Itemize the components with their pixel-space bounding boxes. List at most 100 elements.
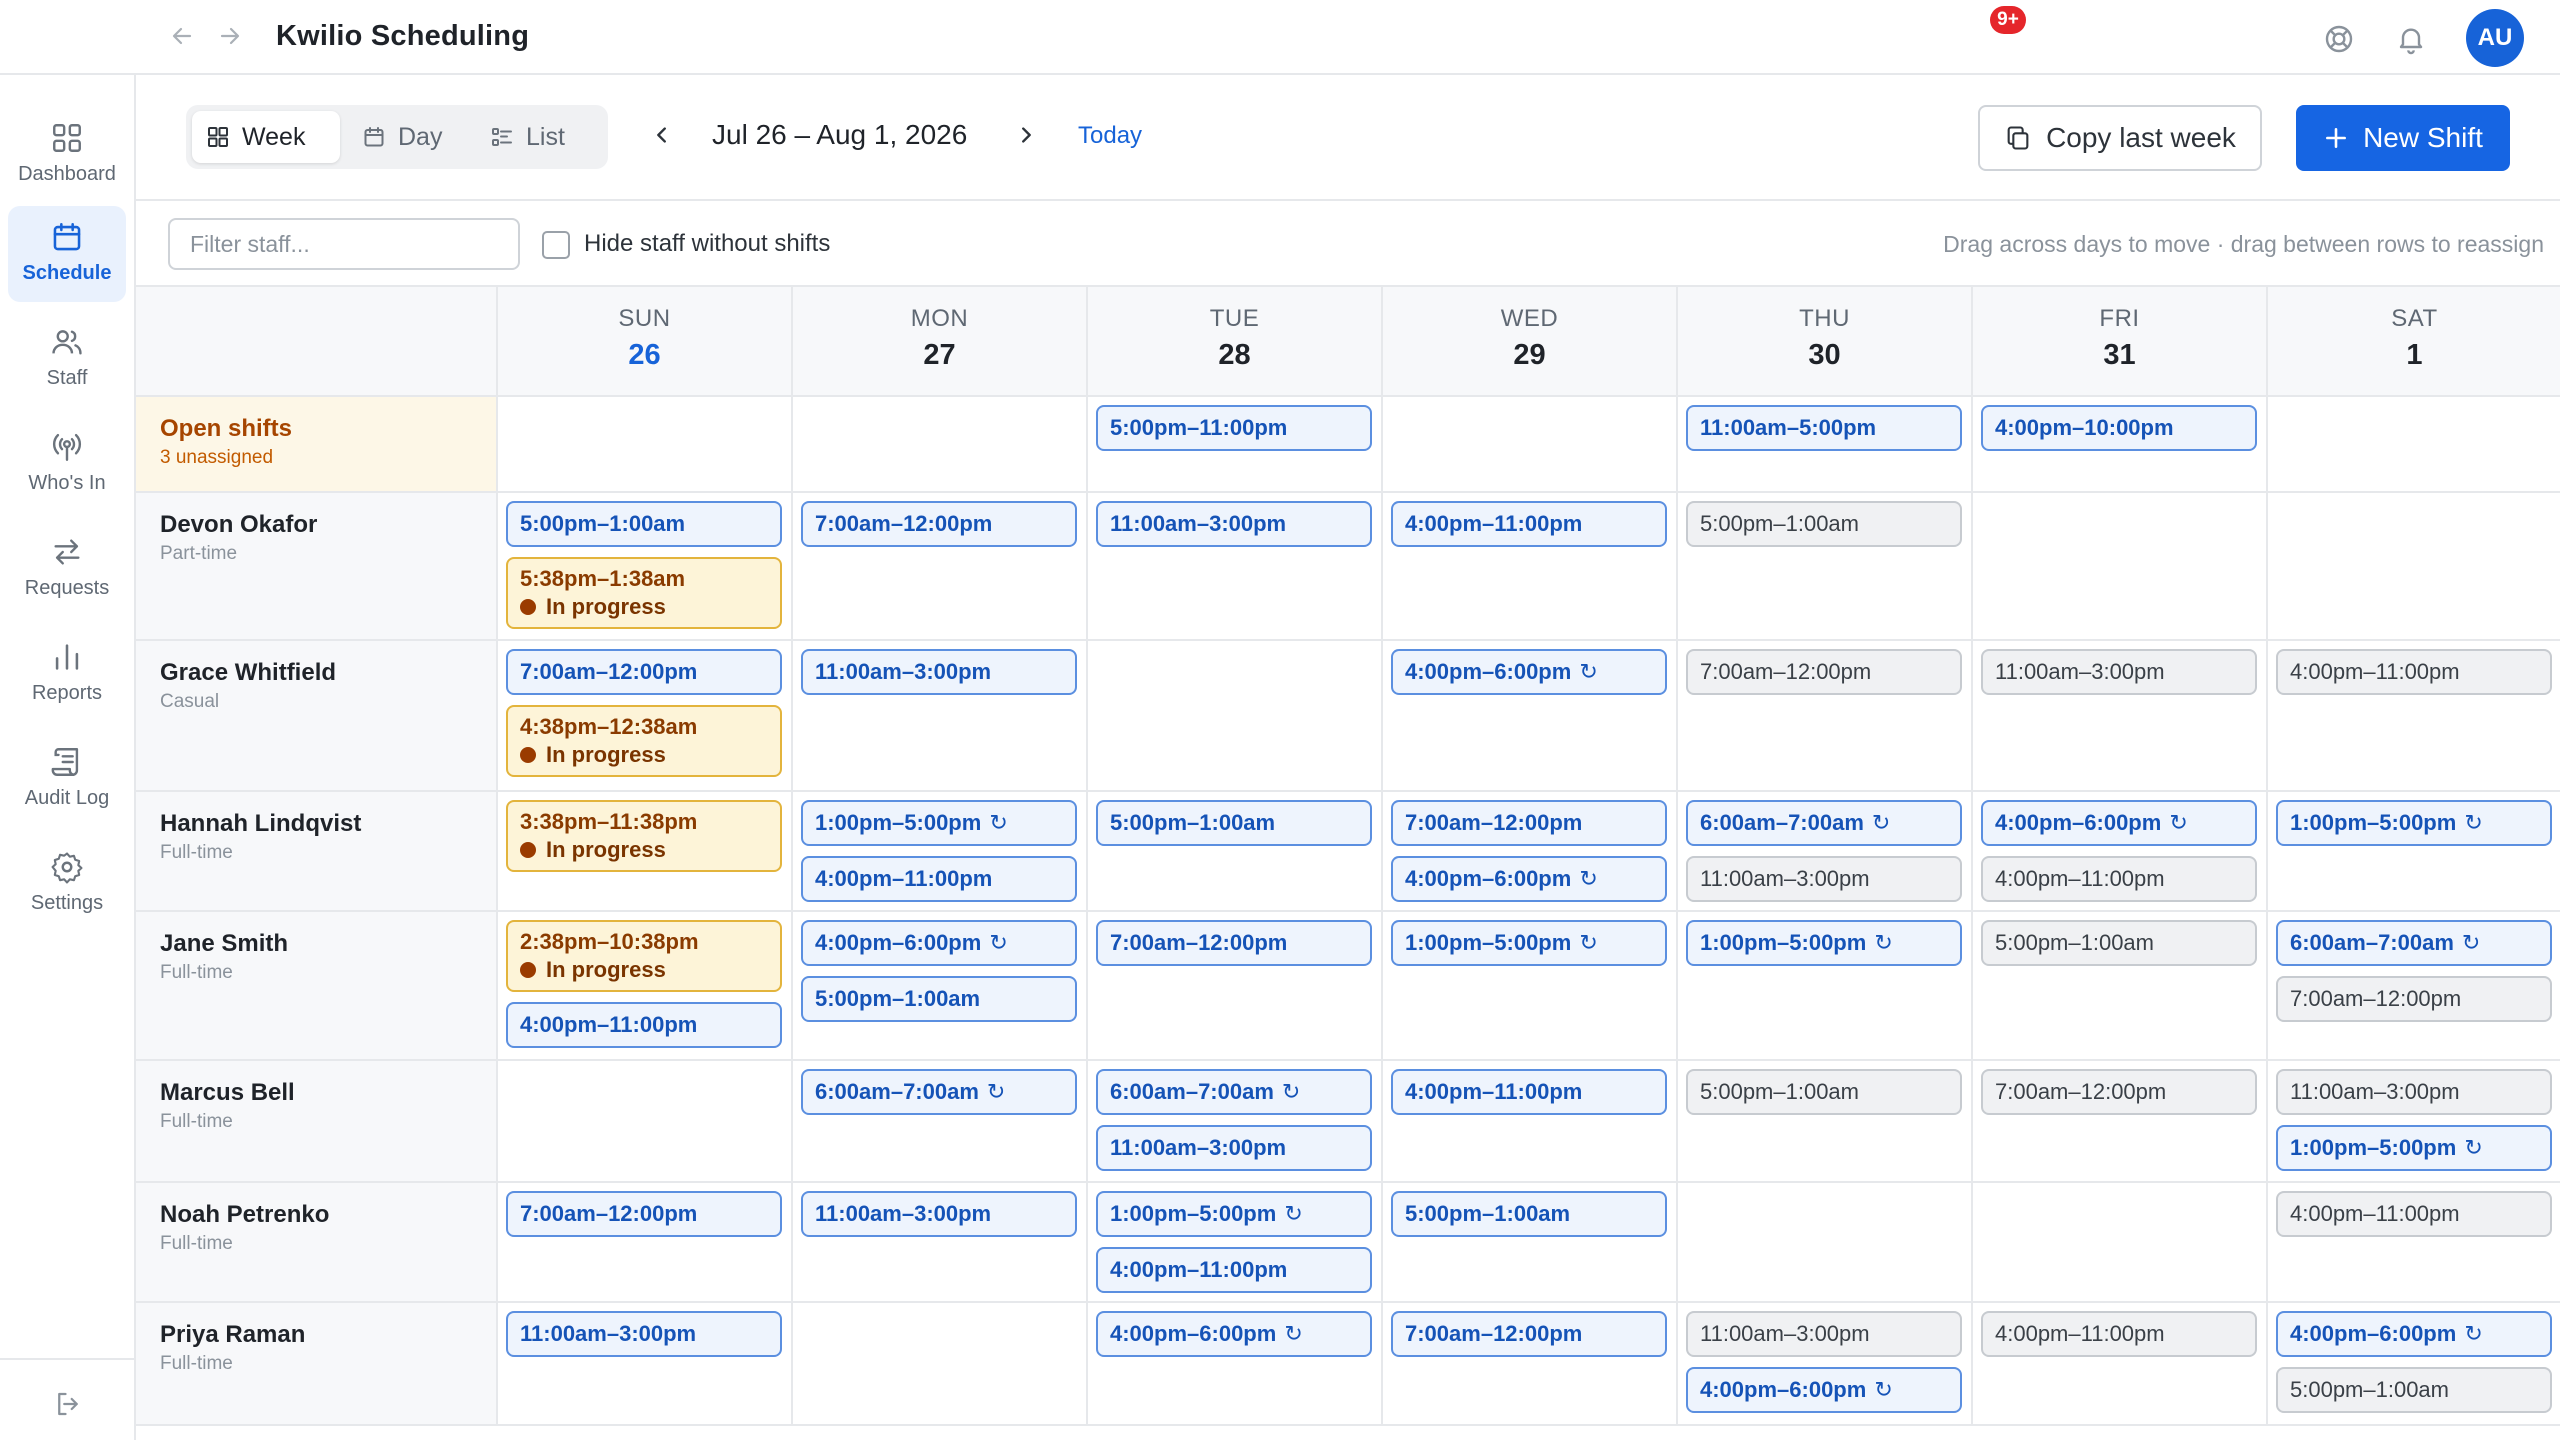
shift[interactable]: 6:00am–7:00am ↻ [1096,1069,1372,1115]
shift[interactable]: 5:00pm–1:00am [801,976,1077,1022]
day-cell[interactable] [1676,1183,1971,1301]
shift[interactable]: 7:00am–12:00pm [506,649,782,695]
day-cell[interactable] [791,397,1086,491]
day-cell[interactable]: 4:00pm–10:00pm [1971,397,2266,491]
day-cell[interactable]: 5:00pm–1:00am [1381,1183,1676,1301]
shift[interactable]: 1:00pm–5:00pm ↻ [1686,920,1962,966]
shift-past[interactable]: 11:00am–3:00pm [1686,1311,1962,1357]
day-cell[interactable]: 1:00pm–5:00pm ↻ 4:00pm–11:00pm [791,792,1086,910]
shift[interactable]: 4:00pm–10:00pm [1981,405,2257,451]
staff-name[interactable]: Grace Whitfield [160,657,496,689]
shift-past[interactable]: 11:00am–3:00pm [2276,1069,2552,1115]
shift-past[interactable]: 11:00am–3:00pm [1686,856,1962,902]
hide-staff-label[interactable]: Hide staff without shifts [584,230,830,258]
staff-name[interactable]: Marcus Bell [160,1077,496,1109]
staff-name[interactable]: Noah Petrenko [160,1199,496,1231]
day-cell[interactable]: 7:00am–12:00pm [1086,912,1381,1059]
shift[interactable]: 4:00pm–6:00pm ↻ [1686,1367,1962,1413]
view-list-button[interactable]: List [476,111,598,163]
day-cell[interactable]: 6:00am–7:00am ↻ 11:00am–3:00pm [1676,792,1971,910]
shift[interactable]: 7:00am–12:00pm [1391,1311,1667,1357]
day-cell[interactable]: 4:00pm–6:00pm ↻ 4:00pm–11:00pm [1971,792,2266,910]
shift[interactable]: 4:00pm–11:00pm [801,856,1077,902]
day-cell[interactable]: 7:00am–12:00pm 4:38pm–12:38am In progress [496,641,791,790]
day-cell[interactable] [791,1303,1086,1424]
day-cell[interactable]: 5:00pm–1:00am 5:38pm–1:38am In progress [496,493,791,639]
new-shift-button[interactable]: New Shift [2296,105,2510,171]
shift[interactable]: 11:00am–3:00pm [1096,1125,1372,1171]
day-cell[interactable]: 11:00am–3:00pm [791,1183,1086,1301]
day-cell[interactable]: 4:00pm–11:00pm [1381,493,1676,639]
shift-past[interactable]: 7:00am–12:00pm [1981,1069,2257,1115]
shift[interactable]: 11:00am–3:00pm [1096,501,1372,547]
shift[interactable]: 4:00pm–11:00pm [506,1002,782,1048]
day-cell[interactable]: 5:00pm–11:00pm [1086,397,1381,491]
day-cell[interactable]: 7:00am–12:00pm [1381,1303,1676,1424]
shift-past[interactable]: 5:00pm–1:00am [1686,501,1962,547]
day-cell[interactable]: 3:38pm–11:38pm In progress [496,792,791,910]
staff-name[interactable]: Priya Raman [160,1319,496,1351]
day-cell[interactable]: 11:00am–3:00pm [1971,641,2266,790]
day-cell[interactable]: 11:00am–3:00pm [496,1303,791,1424]
shift-past[interactable]: 4:00pm–11:00pm [2276,1191,2552,1237]
day-cell[interactable]: 5:00pm–1:00am [1971,912,2266,1059]
shift[interactable]: 1:00pm–5:00pm ↻ [1096,1191,1372,1237]
day-cell[interactable]: 7:00am–12:00pm [1971,1061,2266,1181]
shift[interactable]: 11:00am–3:00pm [506,1311,782,1357]
shift[interactable]: 4:00pm–11:00pm [1391,1069,1667,1115]
day-cell[interactable]: 11:00am–3:00pm 4:00pm–6:00pm ↻ [1676,1303,1971,1424]
day-cell[interactable] [2266,397,2560,491]
day-cell[interactable] [496,1061,791,1181]
shift-past[interactable]: 5:00pm–1:00am [2276,1367,2552,1413]
day-cell[interactable]: 7:00am–12:00pm [1676,641,1971,790]
shift-in-progress[interactable]: 3:38pm–11:38pm In progress [506,800,782,872]
day-cell[interactable] [1971,493,2266,639]
shift[interactable]: 4:00pm–6:00pm ↻ [2276,1311,2552,1357]
sidebar-item-whos-in[interactable]: Who's In [8,416,126,512]
day-cell[interactable]: 7:00am–12:00pm 4:00pm–6:00pm ↻ [1381,792,1676,910]
shift[interactable]: 5:00pm–1:00am [1391,1191,1667,1237]
filter-staff-input[interactable] [168,218,520,270]
day-cell[interactable] [1381,397,1676,491]
day-cell[interactable]: 11:00am–3:00pm [791,641,1086,790]
shift-in-progress[interactable]: 4:38pm–12:38am In progress [506,705,782,777]
sidebar-item-settings[interactable]: Settings [8,836,126,932]
shift[interactable]: 11:00am–3:00pm [801,1191,1077,1237]
shift[interactable]: 5:00pm–1:00am [506,501,782,547]
shift[interactable]: 4:00pm–6:00pm ↻ [1391,856,1667,902]
staff-name[interactable]: Devon Okafor [160,509,496,541]
view-day-button[interactable]: Day [348,111,466,163]
shift-past[interactable]: 11:00am–3:00pm [1981,649,2257,695]
back-arrow-icon[interactable] [164,18,200,54]
day-cell[interactable]: 4:00pm–11:00pm [1971,1303,2266,1424]
shift[interactable]: 7:00am–12:00pm [1391,800,1667,846]
day-cell[interactable]: 6:00am–7:00am ↻ 7:00am–12:00pm [2266,912,2560,1059]
shift[interactable]: 5:00pm–11:00pm [1096,405,1372,451]
shift-past[interactable]: 7:00am–12:00pm [2276,976,2552,1022]
chevron-left-icon[interactable] [644,117,680,153]
day-cell[interactable] [1971,1183,2266,1301]
sidebar-item-audit-log[interactable]: Audit Log [8,731,126,827]
sidebar-item-dashboard[interactable]: Dashboard [8,107,126,203]
day-cell[interactable] [496,397,791,491]
shift[interactable]: 6:00am–7:00am ↻ [2276,920,2552,966]
hide-staff-checkbox[interactable] [542,231,570,259]
shift[interactable]: 7:00am–12:00pm [801,501,1077,547]
shift[interactable]: 5:00pm–1:00am [1096,800,1372,846]
day-cell[interactable]: 7:00am–12:00pm [791,493,1086,639]
shift[interactable]: 6:00am–7:00am ↻ [801,1069,1077,1115]
shift[interactable]: 7:00am–12:00pm [506,1191,782,1237]
chevron-right-icon[interactable] [1008,117,1044,153]
shift[interactable]: 4:00pm–6:00pm ↻ [1391,649,1667,695]
shift[interactable]: 4:00pm–11:00pm [1391,501,1667,547]
day-cell[interactable]: 6:00am–7:00am ↻ 11:00am–3:00pm [1086,1061,1381,1181]
day-cell[interactable]: 4:00pm–6:00pm ↻ 5:00pm–1:00am [2266,1303,2560,1424]
shift[interactable]: 1:00pm–5:00pm ↻ [2276,800,2552,846]
shift[interactable]: 11:00am–5:00pm [1686,405,1962,451]
day-cell[interactable] [1086,641,1381,790]
shift[interactable]: 1:00pm–5:00pm ↻ [2276,1125,2552,1171]
shift-in-progress[interactable]: 5:38pm–1:38am In progress [506,557,782,629]
day-cell[interactable]: 4:00pm–6:00pm ↻ 5:00pm–1:00am [791,912,1086,1059]
sidebar-item-reports[interactable]: Reports [8,626,126,722]
shift[interactable]: 1:00pm–5:00pm ↻ [1391,920,1667,966]
